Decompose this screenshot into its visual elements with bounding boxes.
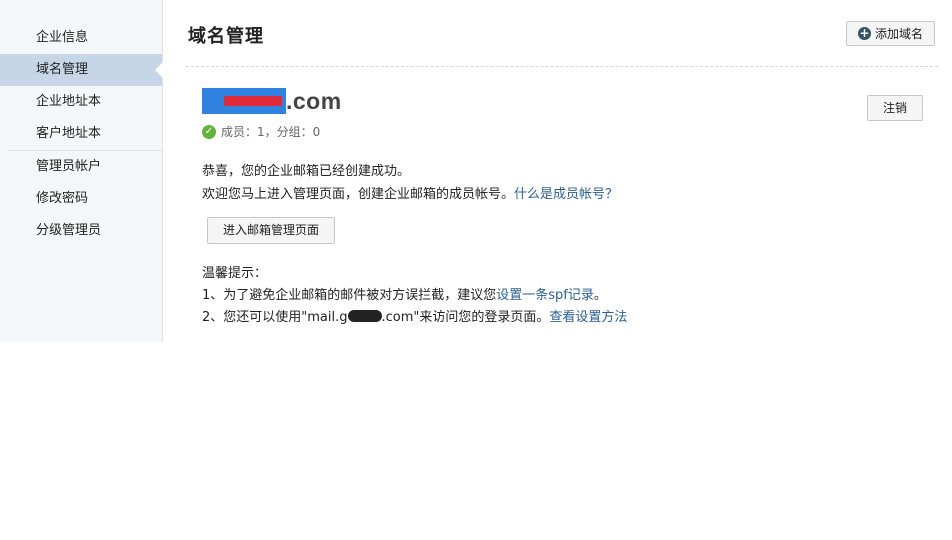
redacted-domain-mark bbox=[202, 88, 286, 114]
logout-button[interactable]: 注销 bbox=[867, 95, 923, 121]
plus-circle-icon: + bbox=[857, 26, 871, 40]
spf-record-link[interactable]: 设置一条spf记录 bbox=[496, 288, 594, 303]
tip-spf-end: 。 bbox=[593, 288, 607, 303]
what-is-member-account-link[interactable]: 什么是成员帐号？ bbox=[514, 187, 618, 202]
sidebar-item-admin-account[interactable]: 管理员帐户 bbox=[0, 151, 162, 183]
sidebar-group-admin: 管理员帐户 修改密码 分级管理员 bbox=[0, 151, 162, 247]
add-domain-label: 添加域名 bbox=[874, 27, 923, 41]
sidebar-group-main: 企业信息 域名管理 企业地址本 客户地址本 bbox=[0, 0, 163, 150]
header-divider bbox=[186, 66, 938, 67]
sidebar-item-domain-management[interactable]: 域名管理 bbox=[0, 54, 163, 86]
sidebar-item-change-password[interactable]: 修改密码 bbox=[0, 183, 162, 215]
sidebar-item-company-address-book[interactable]: 企业地址本 bbox=[0, 86, 162, 118]
sidebar: 企业信息 域名管理 企业地址本 客户地址本 管理员帐户 修改密码 分级管理员 bbox=[0, 0, 163, 342]
enter-mail-admin-button[interactable]: 进入邮箱管理页面 bbox=[207, 217, 335, 244]
tip-login-prefix: 2、您还可以使用"mail.g bbox=[202, 310, 348, 325]
view-setup-method-link[interactable]: 查看设置方法 bbox=[549, 310, 627, 325]
check-circle-icon: ✓ bbox=[202, 124, 216, 139]
domain-name: .com bbox=[202, 88, 342, 115]
tip-login-suffix: .com"来访问您的登录页面。 bbox=[381, 310, 550, 325]
tips-title: 温馨提示： bbox=[202, 266, 268, 281]
sidebar-item-company-info[interactable]: 企业信息 bbox=[0, 22, 162, 54]
welcome-message: 欢迎您马上进入管理页面，创建企业邮箱的成员帐号。什么是成员帐号？ bbox=[202, 183, 618, 202]
domain-stats-text: 成员：1，分组：0 bbox=[221, 125, 321, 139]
tip-login-url: 2、您还可以使用"mail.g .com"来访问您的登录页面。查看设置方法 bbox=[202, 306, 627, 325]
sidebar-item-customer-address-book[interactable]: 客户地址本 bbox=[0, 118, 162, 150]
sidebar-item-sub-admin[interactable]: 分级管理员 bbox=[0, 215, 162, 247]
tip-spf-text: 1、为了避免企业邮箱的邮件被对方误拦截，建议您 bbox=[202, 288, 497, 303]
add-domain-button[interactable]: + 添加域名 bbox=[846, 21, 935, 46]
success-message: 恭喜，您的企业邮箱已经创建成功。 bbox=[202, 164, 411, 179]
welcome-message-text: 欢迎您马上进入管理页面，创建企业邮箱的成员帐号。 bbox=[202, 187, 515, 202]
tip-spf: 1、为了避免企业邮箱的邮件被对方误拦截，建议您设置一条spf记录。 bbox=[202, 284, 607, 303]
redacted-text-mark bbox=[347, 310, 382, 322]
domain-suffix: .com bbox=[286, 88, 342, 114]
domain-stats: ✓ 成员：1，分组：0 bbox=[202, 123, 320, 140]
page-title: 域名管理 bbox=[188, 26, 264, 47]
